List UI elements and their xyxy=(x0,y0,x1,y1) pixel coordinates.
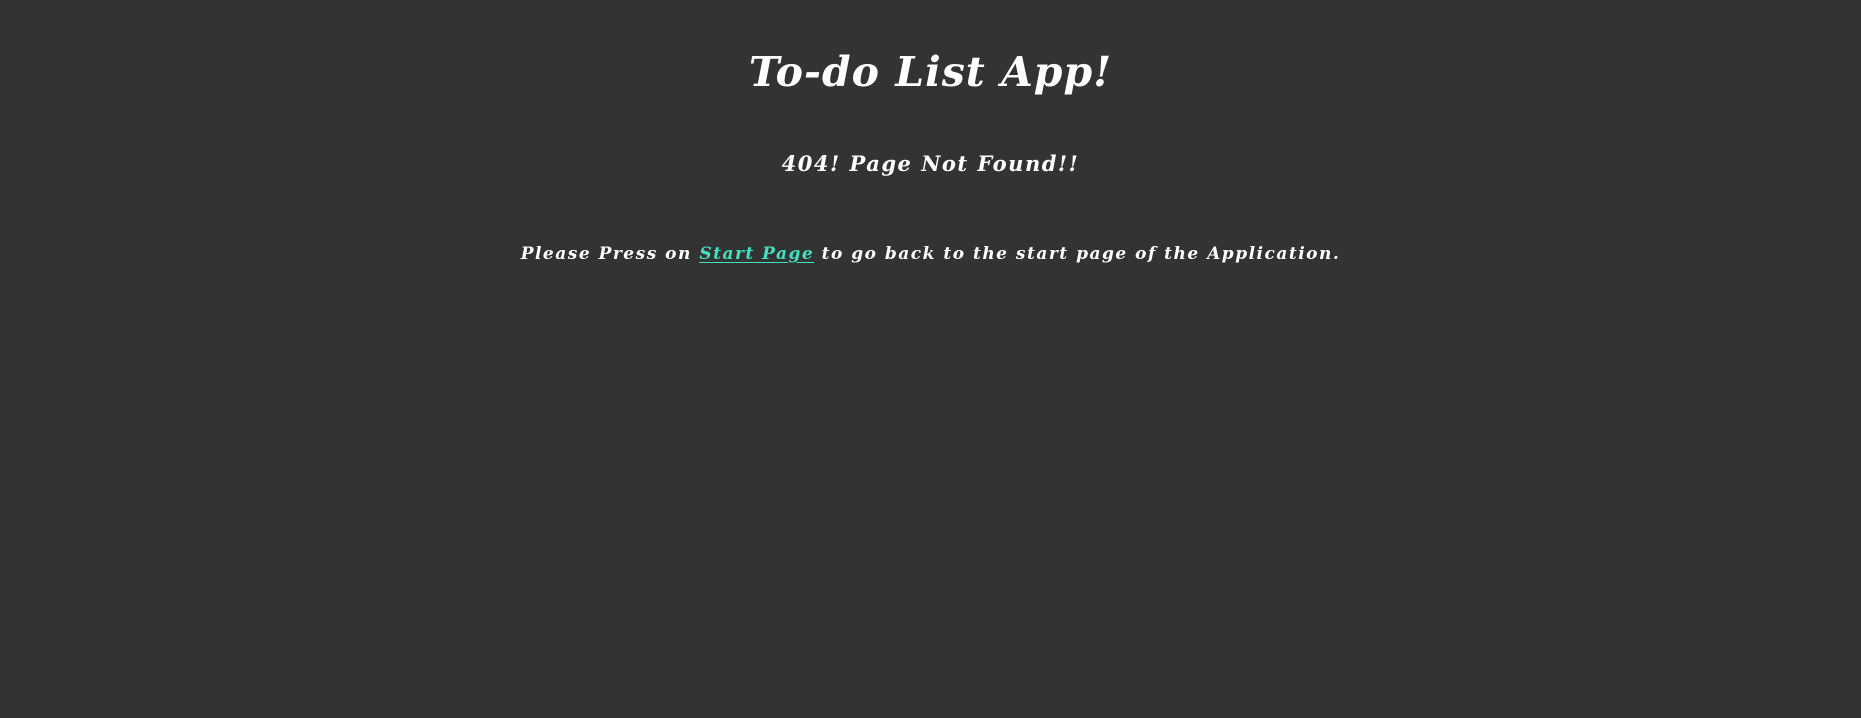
instructions-prefix: Please Press on xyxy=(520,244,700,264)
error-heading: 404! Page Not Found!! xyxy=(781,151,1080,176)
instructions-text: Please Press on Start Page to go back to… xyxy=(0,243,1861,265)
page-root: To-do List App! 404! Page Not Found!! Pl… xyxy=(0,0,1861,718)
start-page-link[interactable]: Start Page xyxy=(699,244,814,264)
app-title: To-do List App! xyxy=(748,48,1113,96)
instructions-suffix: to go back to the start page of the Appl… xyxy=(814,244,1341,264)
